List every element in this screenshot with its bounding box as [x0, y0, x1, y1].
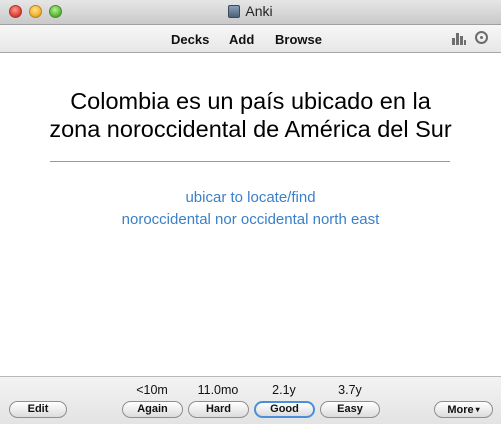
card-question: Colombia es un país ubicado en la zona n… — [20, 87, 481, 143]
sync-icon[interactable] — [475, 31, 488, 44]
more-button[interactable]: More ▾ — [434, 401, 493, 418]
chevron-down-icon: ▾ — [475, 405, 480, 414]
question-line-1: Colombia es un país ubicado en la — [70, 88, 431, 114]
good-button[interactable]: Good — [254, 401, 315, 418]
anki-app-icon — [228, 5, 241, 18]
edit-button[interactable]: Edit — [9, 401, 67, 418]
answer-line-1: ubicar to locate/find — [185, 189, 316, 206]
question-line-2: zona noroccidental de América del Sur — [49, 116, 452, 142]
stats-icon[interactable] — [452, 33, 466, 45]
toolbar: Decks Add Browse — [0, 25, 501, 53]
add-link[interactable]: Add — [229, 32, 254, 47]
anki-window: Anki Decks Add Browse Colombia es un paí… — [0, 0, 501, 424]
easy-interval: 3.7y — [338, 383, 362, 397]
title-bar: Anki — [0, 0, 501, 25]
more-label: More — [447, 404, 474, 416]
answer-divider — [50, 161, 450, 162]
again-button[interactable]: Again — [122, 401, 183, 418]
window-title: Anki — [245, 3, 273, 19]
window-title-group: Anki — [0, 3, 501, 19]
hard-interval: 11.0mo — [197, 383, 239, 397]
again-interval: <10m — [136, 383, 168, 397]
decks-link[interactable]: Decks — [171, 32, 209, 47]
easy-button[interactable]: Easy — [320, 401, 380, 418]
browse-link[interactable]: Browse — [275, 32, 322, 47]
good-interval: 2.1y — [272, 383, 296, 397]
hard-button[interactable]: Hard — [188, 401, 249, 418]
answer-line-2: noroccidental nor occidental north east — [121, 211, 380, 228]
review-bottom-bar: <10m 11.0mo 2.1y 3.7y Edit Again Hard Go… — [0, 376, 501, 424]
